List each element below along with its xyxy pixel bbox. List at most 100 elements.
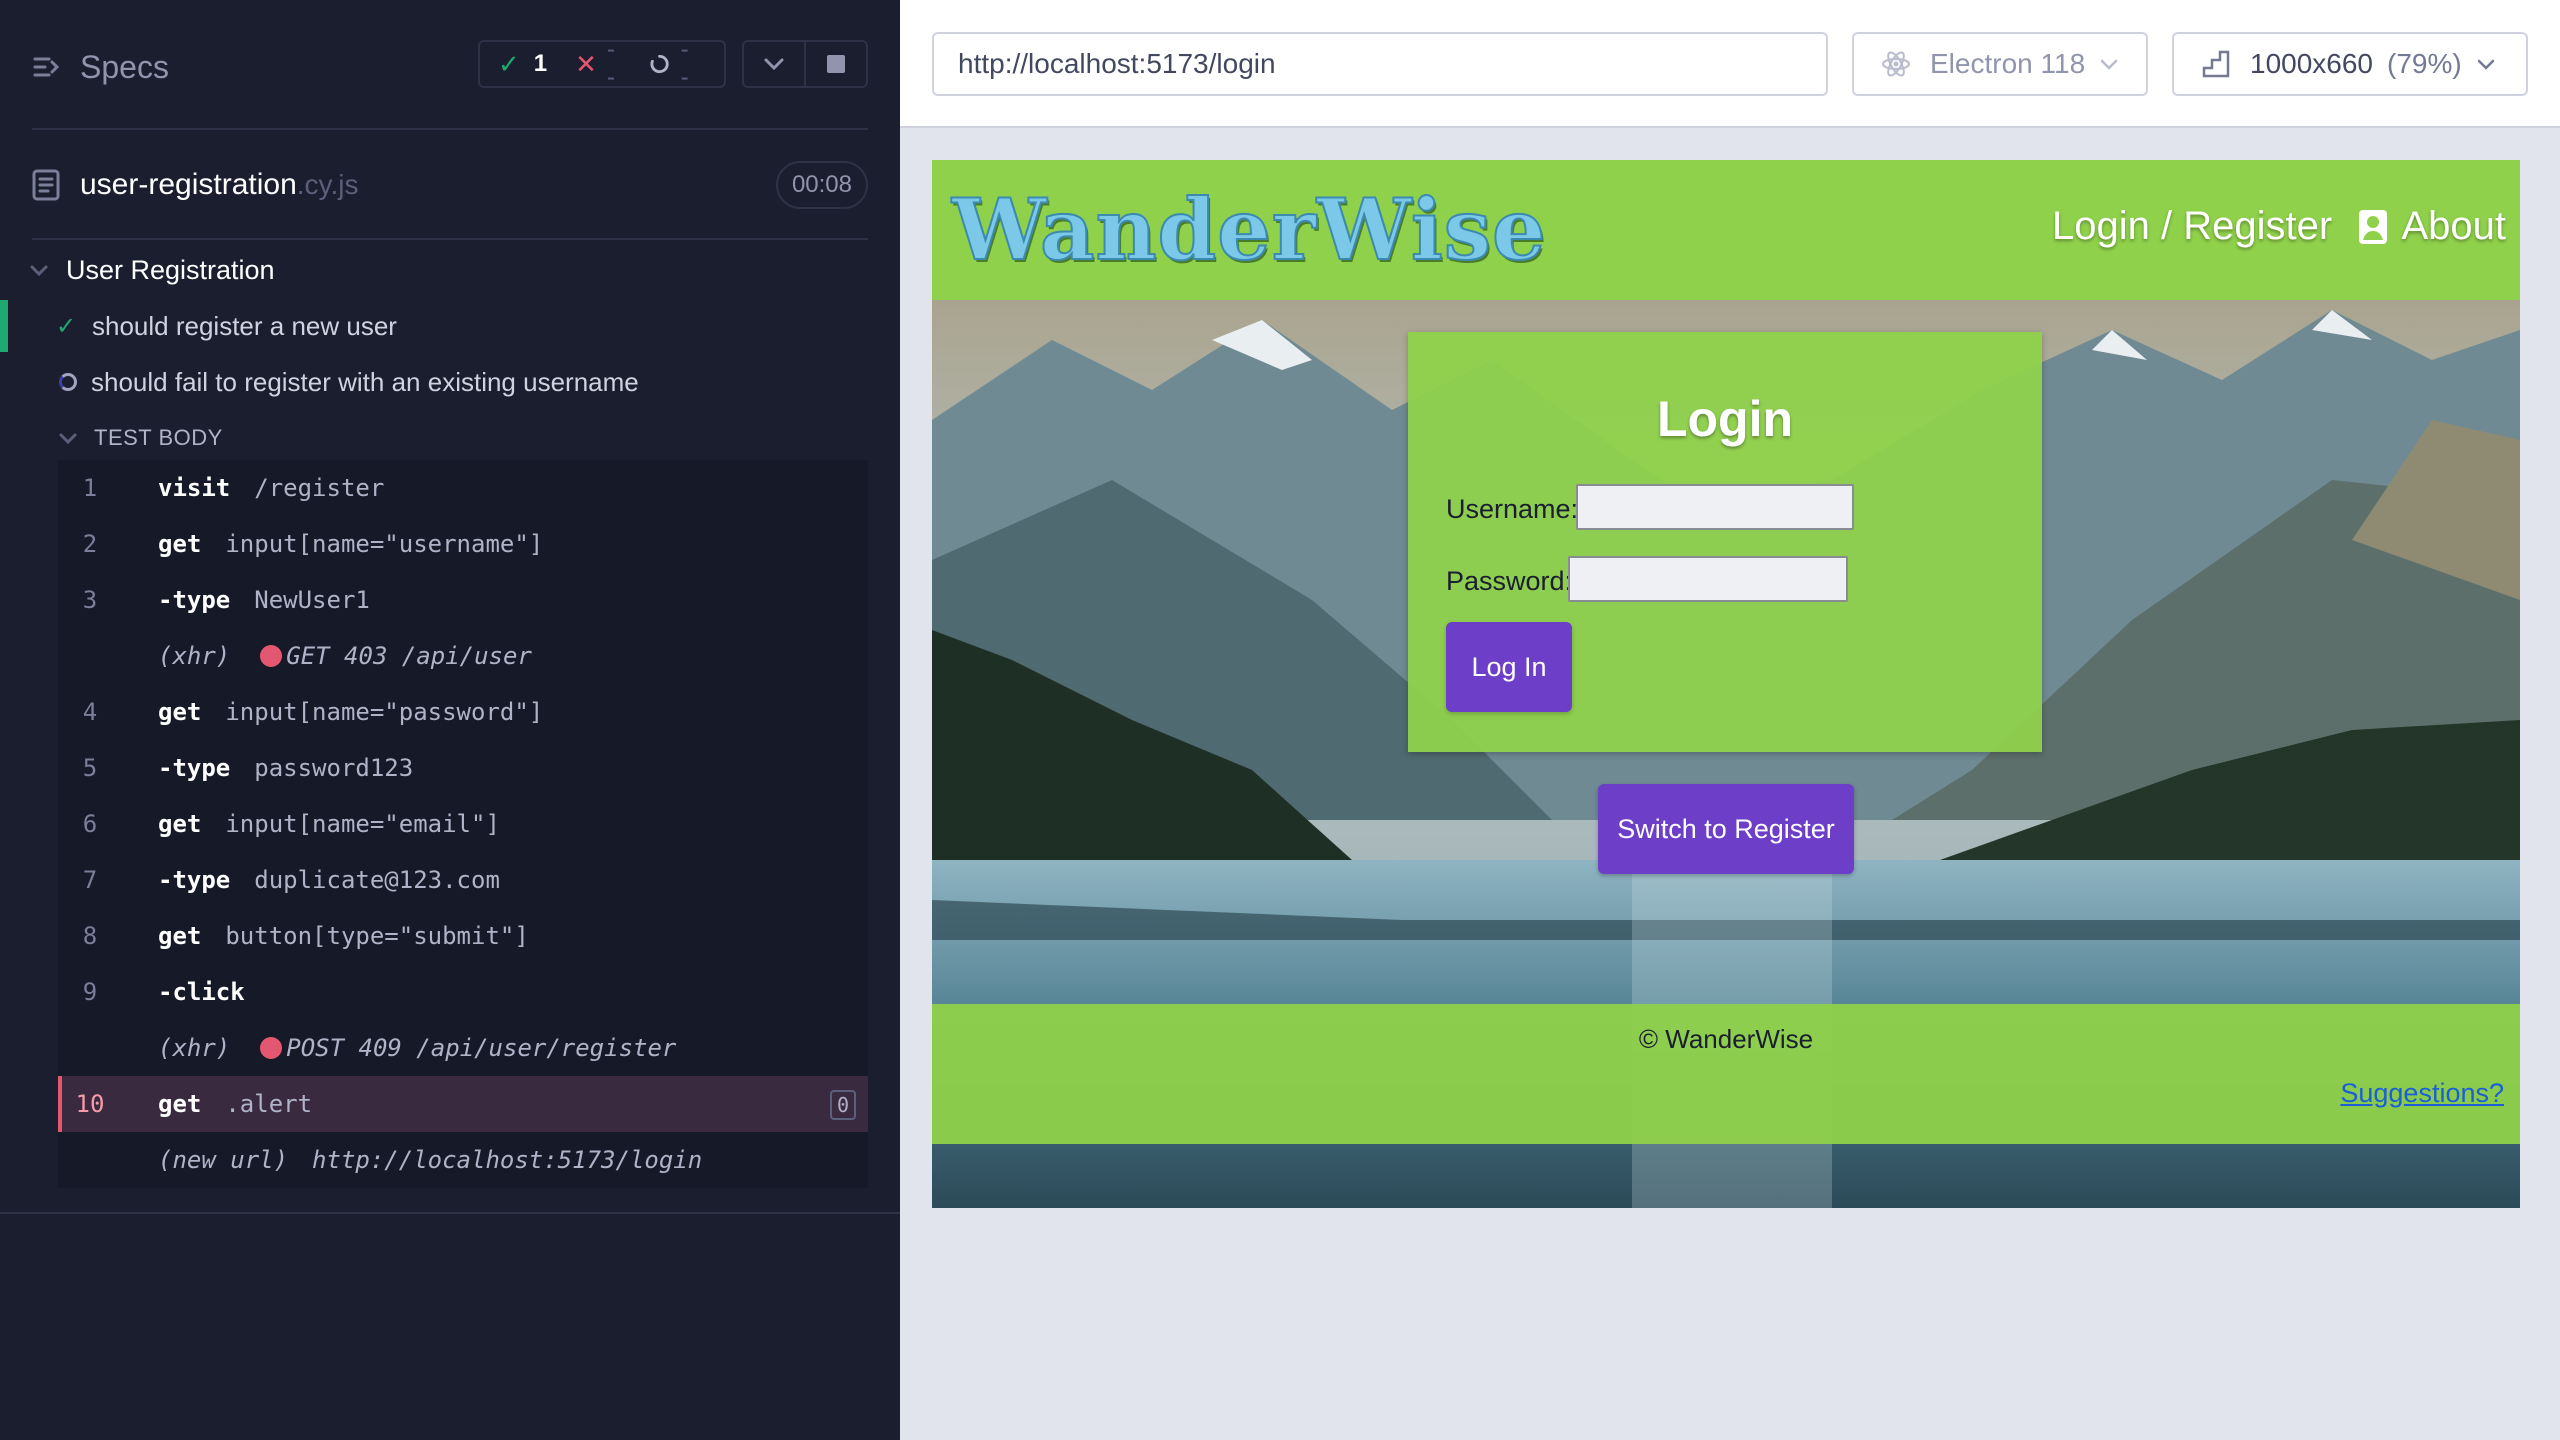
command-row[interactable]: 3 -type NewUser1	[58, 572, 868, 628]
log-in-button[interactable]: Log In	[1446, 622, 1572, 712]
suggestions-link[interactable]: Suggestions?	[2340, 1078, 2504, 1109]
viewport-selector[interactable]: 1000x660 (79%)	[2172, 32, 2528, 96]
command-row[interactable]: 8 get button[type="submit"]	[58, 908, 868, 964]
stop-button[interactable]	[804, 42, 866, 86]
nav-about[interactable]: About	[2357, 204, 2506, 249]
command-arg: input[name="password"]	[225, 698, 544, 726]
test-stats: ✓ 1 ✕ -- --	[478, 36, 726, 91]
command-name: get	[158, 530, 202, 558]
test-row-passed[interactable]: ✓ should register a new user	[0, 300, 900, 352]
command-number: 10	[75, 1090, 105, 1118]
failed-count: --	[606, 36, 615, 91]
xhr-label: (xhr)	[158, 642, 231, 670]
test-body-toggle[interactable]: TEST BODY	[58, 420, 223, 456]
specs-title: Specs	[80, 48, 169, 85]
test-body-label: TEST BODY	[94, 425, 223, 450]
command-row[interactable]: 1 visit /register	[58, 460, 868, 516]
login-heading: Login	[1656, 391, 1794, 447]
command-number: 1	[82, 474, 98, 502]
command-arg: duplicate@123.com	[254, 866, 500, 894]
new-url-value: http://localhost:5173/login	[312, 1146, 703, 1174]
command-number: 3	[82, 586, 98, 614]
url-bar[interactable]: http://localhost:5173/login	[932, 32, 1828, 96]
command-name: visit	[158, 474, 231, 502]
command-arg: /register	[254, 474, 385, 502]
suite-row[interactable]: User Registration	[28, 250, 275, 290]
page-content: Login Username: Password: Log In Switch …	[932, 300, 2520, 1208]
command-number: 4	[82, 698, 98, 726]
spec-duration: 00:08	[775, 161, 868, 209]
command-log: 1 visit /register 2 get input[name="user…	[58, 460, 868, 1188]
username-input[interactable]	[1576, 484, 1854, 530]
command-name: -type	[158, 866, 231, 894]
xhr-error-dot-icon	[260, 645, 283, 667]
password-label: Password:	[1446, 566, 1573, 596]
browser-selector[interactable]: Electron 118	[1852, 32, 2148, 96]
check-icon: ✓	[498, 48, 520, 79]
viewport-ruler-icon	[2202, 50, 2230, 78]
command-arg: password123	[254, 754, 414, 782]
cross-icon: ✕	[575, 48, 597, 79]
active-indicator	[58, 1076, 62, 1132]
xhr-error-dot-icon	[260, 1037, 283, 1059]
xhr-label: (xhr)	[158, 1034, 231, 1062]
chevron-down-icon	[764, 58, 784, 71]
chevron-down-icon	[2100, 59, 2118, 70]
stop-icon	[827, 55, 845, 73]
run-controls	[742, 40, 868, 88]
pending-spinner-icon	[650, 54, 670, 74]
xhr-text: GET 403 /api/user	[286, 642, 532, 670]
username-label: Username:	[1446, 494, 1579, 524]
command-name: get	[158, 922, 202, 950]
failed-stat: ✕ --	[575, 36, 621, 92]
reporter-panel: Specs ✓ 1 ✕ -- -- user-registration .cy.…	[0, 0, 900, 1440]
pending-stat: --	[649, 36, 696, 92]
electron-icon	[1882, 51, 1910, 77]
chevron-down-icon	[2477, 59, 2494, 70]
login-form-card: Login Username: Password: Log In	[1408, 332, 2042, 752]
xhr-row[interactable]: (xhr) GET 403 /api/user	[58, 628, 868, 684]
passed-count: 1	[533, 50, 548, 77]
app-navbar: WanderWise Login / Register About	[932, 160, 2520, 300]
new-url-label: (new url)	[158, 1146, 289, 1174]
command-row[interactable]: 5 -type password123	[58, 740, 868, 796]
expand-toggle-button[interactable]	[744, 42, 804, 86]
file-icon	[32, 169, 60, 201]
switch-to-register-button[interactable]: Switch to Register	[1598, 784, 1854, 874]
chevron-down-icon	[30, 265, 48, 277]
nav-login-register[interactable]: Login / Register	[2052, 204, 2332, 249]
command-row[interactable]: 4 get input[name="password"]	[58, 684, 868, 740]
command-row-active[interactable]: 10 get .alert 0	[58, 1076, 868, 1132]
passed-stat: ✓ 1	[498, 49, 547, 80]
command-number: 9	[82, 978, 98, 1006]
aut-header: http://localhost:5173/login Electron 118…	[900, 0, 2560, 128]
command-row[interactable]: 6 get input[name="email"]	[58, 796, 868, 852]
spec-file-name: user-registration	[80, 168, 297, 201]
header-divider	[32, 128, 868, 130]
command-name: get	[158, 1090, 202, 1118]
spec-file-extension: .cy.js	[296, 169, 359, 200]
app-footer: © WanderWise Suggestions?	[932, 1004, 2520, 1144]
url-text: http://localhost:5173/login	[958, 48, 1276, 79]
password-input[interactable]	[1568, 556, 1848, 602]
new-url-row[interactable]: (new url) http://localhost:5173/login	[58, 1132, 868, 1188]
log-bottom-divider	[0, 1212, 900, 1214]
command-row[interactable]: 2 get input[name="username"]	[58, 516, 868, 572]
check-icon: ✓	[56, 312, 77, 340]
command-row[interactable]: 9 -click	[58, 964, 868, 1020]
test-row-running[interactable]: should fail to register with an existing…	[0, 356, 900, 408]
command-name: get	[158, 810, 202, 838]
nav-about-label: About	[2401, 204, 2506, 248]
command-name: -type	[158, 754, 231, 782]
spec-file-row[interactable]: user-registration .cy.js 00:08	[32, 160, 868, 210]
command-number: 6	[82, 810, 98, 838]
xhr-text: POST 409 /api/user/register	[286, 1034, 677, 1062]
brand-logo[interactable]: WanderWise	[951, 179, 1546, 280]
command-number: 5	[82, 754, 98, 782]
command-arg: input[name="email"]	[225, 810, 500, 838]
contact-card-icon	[2359, 209, 2388, 244]
xhr-row[interactable]: (xhr) POST 409 /api/user/register	[58, 1020, 868, 1076]
command-row[interactable]: 7 -type duplicate@123.com	[58, 852, 868, 908]
command-arg: .alert	[225, 1090, 313, 1118]
file-divider	[32, 238, 868, 240]
